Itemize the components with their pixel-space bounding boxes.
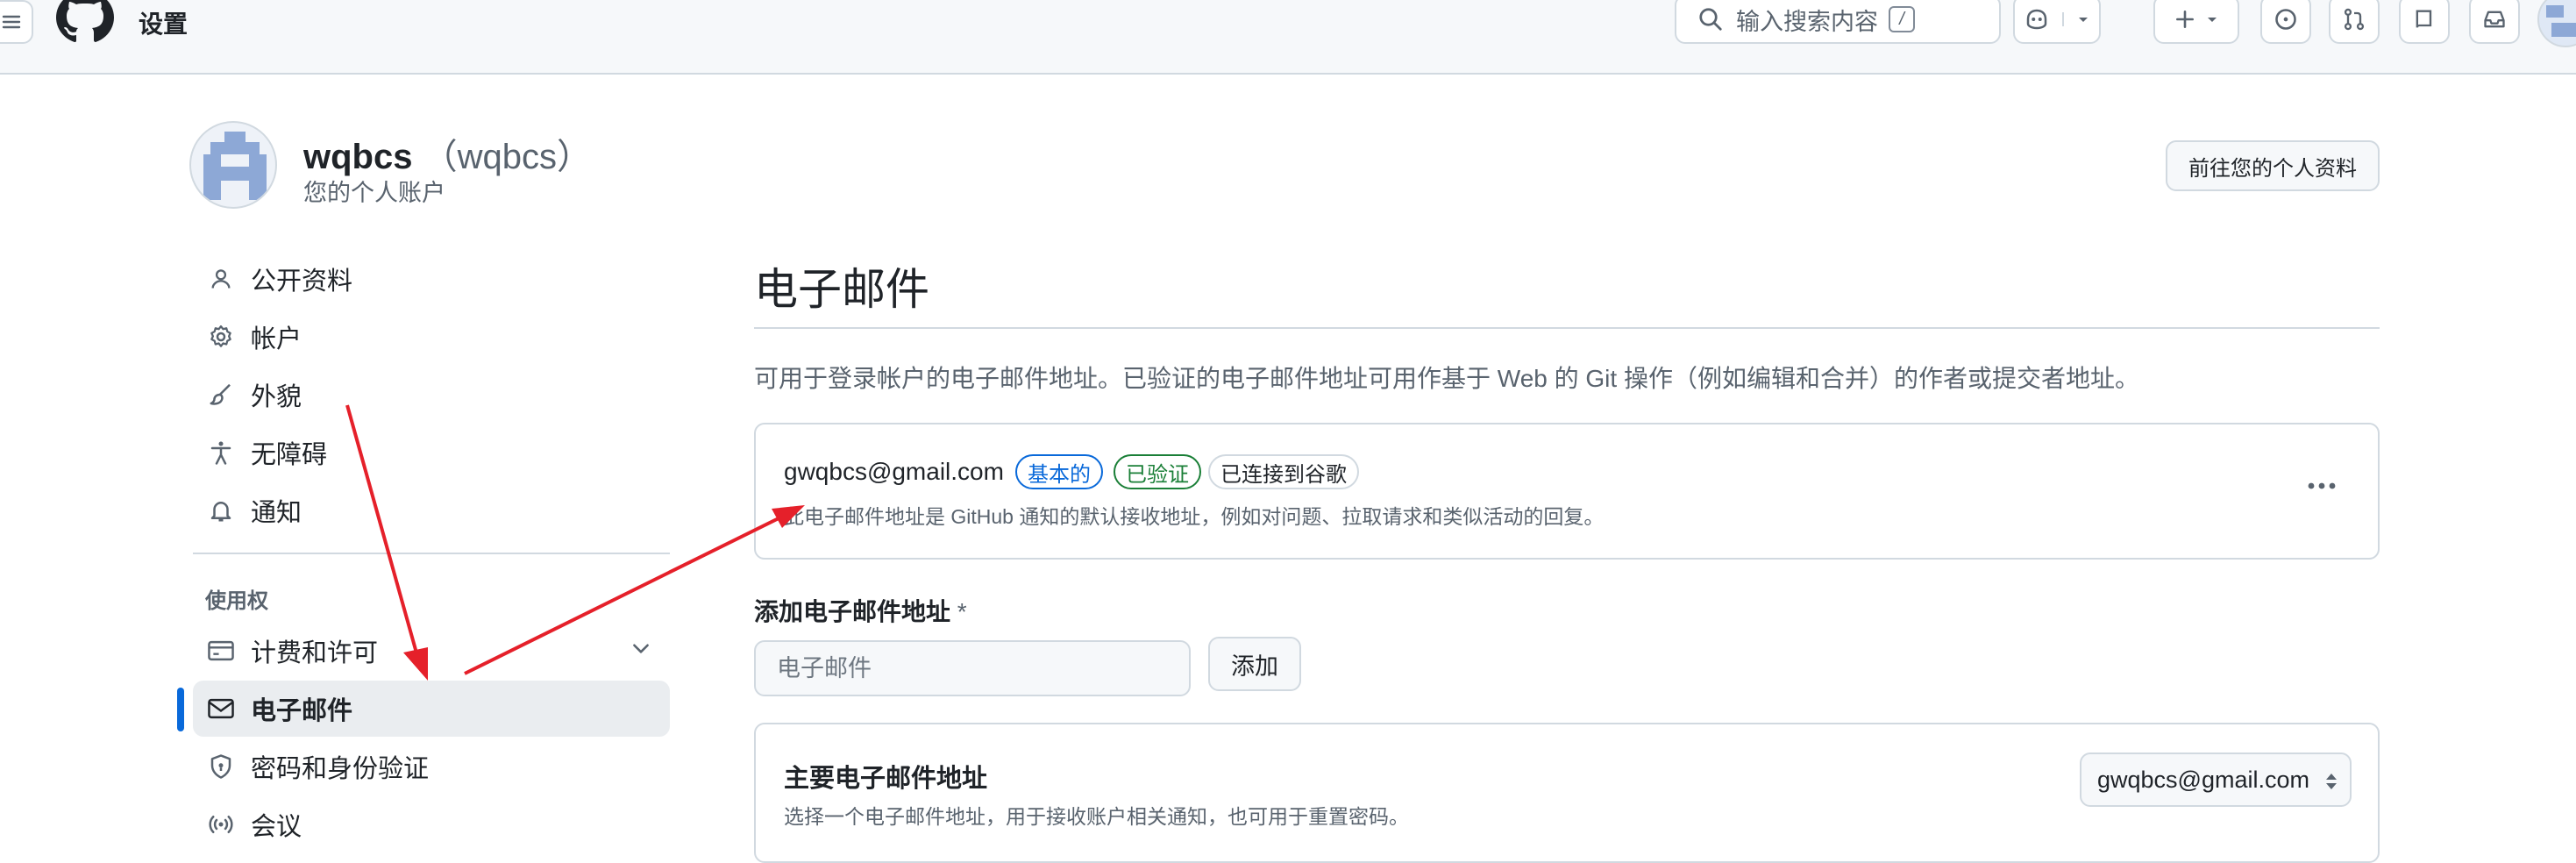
sidebar-item-label: 计费和许可	[251, 639, 379, 667]
search-shortcut-key: /	[1889, 6, 1915, 32]
profile-avatar	[189, 121, 277, 209]
copilot-button[interactable]	[2013, 0, 2101, 44]
search-icon	[1697, 6, 1724, 32]
user-avatar[interactable]	[2537, 0, 2576, 47]
shield-lock-icon	[203, 753, 238, 780]
bell-icon	[203, 497, 238, 524]
sidebar-item-label: 公开资料	[251, 267, 353, 296]
inbox-button[interactable]	[2469, 0, 2520, 44]
top-header: 设置 输入搜索内容 /	[0, 0, 2576, 75]
sidebar-item-accessibility[interactable]: 无障碍	[193, 424, 670, 481]
sidebar-item-label: 无障碍	[251, 441, 328, 469]
goto-profile-button[interactable]: 前往您的个人资料	[2166, 140, 2380, 191]
sidebar-item-account[interactable]: 帐户	[193, 309, 670, 365]
search-input[interactable]: 输入搜索内容 /	[1675, 0, 2001, 44]
credit-card-icon	[203, 638, 238, 664]
person-icon	[203, 267, 238, 291]
profile-name: wqbcs （wqbcs）	[303, 128, 592, 179]
primary-email-title: 主要电子邮件地址	[784, 765, 988, 793]
sidebar-item-label: 会议	[251, 813, 302, 841]
email-entry-card: gwqbcs@gmail.com 基本的 已验证 已连接到谷歌 此电子邮件地址是…	[754, 423, 2380, 560]
add-email-input[interactable]	[754, 640, 1191, 696]
sidebar-item-label: 通知	[251, 499, 302, 527]
chevron-down-icon	[2062, 12, 2090, 26]
select-arrows-icon	[2323, 770, 2339, 793]
primary-email-note: 选择一个电子邮件地址，用于接收账户相关通知，也可用于重置密码。	[784, 805, 1409, 828]
page-title: 电子邮件	[754, 265, 929, 314]
chevron-down-icon[interactable]	[630, 637, 652, 660]
primary-email-select[interactable]: gwqbcs@gmail.com	[2080, 752, 2352, 807]
primary-email-card: 主要电子邮件地址 选择一个电子邮件地址，用于接收账户相关通知，也可用于重置密码。…	[754, 723, 2380, 863]
gear-icon	[203, 324, 238, 350]
profile-login: wqbcs	[303, 138, 413, 176]
paintbrush-icon	[203, 382, 238, 408]
email-note: 此电子邮件地址是 GitHub 通知的默认接收地址，例如对问题、拉取请求和类似活…	[784, 505, 1605, 528]
sidebar-item-public-profile[interactable]: 公开资料	[193, 251, 670, 307]
inbox-icon	[2482, 7, 2507, 32]
repositories-button[interactable]	[2399, 0, 2450, 44]
sidebar-divider	[193, 553, 670, 554]
sidebar-item-label: 密码和身份验证	[251, 755, 430, 783]
broadcast-icon	[203, 811, 238, 838]
mail-icon	[203, 695, 238, 722]
profile-subtitle: 您的个人账户	[303, 180, 445, 206]
sidebar-item-label: 电子邮件	[251, 697, 353, 725]
sidebar-item-label: 外貌	[251, 383, 302, 411]
profile-display-name: （wqbcs）	[422, 138, 592, 176]
pull-requests-button[interactable]	[2329, 0, 2380, 44]
hamburger-icon	[1, 11, 22, 32]
primary-badge: 基本的	[1015, 454, 1103, 489]
page-context-title: 设置	[139, 11, 189, 38]
create-new-button[interactable]	[2153, 0, 2239, 44]
add-email-button[interactable]: 添加	[1208, 637, 1301, 691]
issue-opened-icon	[2274, 7, 2298, 32]
issues-button[interactable]	[2260, 0, 2311, 44]
required-marker: *	[957, 598, 967, 625]
github-logo-icon[interactable]	[56, 0, 114, 49]
page-description: 可用于登录帐户的电子邮件地址。已验证的电子邮件地址可用作基于 Web 的 Git…	[754, 365, 2139, 392]
sidebar-item-label: 帐户	[251, 325, 302, 353]
sidebar-item-billing[interactable]: 计费和许可	[193, 623, 670, 679]
copilot-icon	[2024, 6, 2050, 32]
plus-icon	[2174, 8, 2196, 31]
menu-button[interactable]	[0, 0, 33, 44]
title-divider	[754, 327, 2380, 329]
git-pull-request-icon	[2342, 7, 2366, 32]
sidebar-item-notifications[interactable]: 通知	[193, 482, 670, 538]
google-connected-badge: 已连接到谷歌	[1208, 454, 1359, 489]
sidebar-item-sessions[interactable]: 会议	[193, 796, 670, 852]
chevron-down-icon	[2205, 12, 2219, 26]
repo-icon	[2412, 7, 2437, 32]
add-email-label-text: 添加电子邮件地址	[754, 598, 951, 625]
email-address: gwqbcs@gmail.com	[784, 458, 1004, 485]
kebab-horizontal-icon[interactable]	[2304, 468, 2339, 503]
sidebar-item-emails[interactable]: 电子邮件	[193, 681, 670, 737]
accessibility-icon	[203, 439, 238, 466]
search-placeholder: 输入搜索内容	[1736, 8, 1878, 35]
sidebar-item-appearance[interactable]: 外貌	[193, 367, 670, 423]
verified-badge: 已验证	[1114, 454, 1201, 489]
active-indicator	[177, 688, 184, 731]
primary-email-selected: gwqbcs@gmail.com	[2097, 766, 2309, 793]
add-email-label: 添加电子邮件地址 *	[754, 593, 967, 628]
sidebar-group-heading: 使用权	[205, 589, 268, 613]
sidebar-item-password-auth[interactable]: 密码和身份验证	[193, 738, 670, 795]
